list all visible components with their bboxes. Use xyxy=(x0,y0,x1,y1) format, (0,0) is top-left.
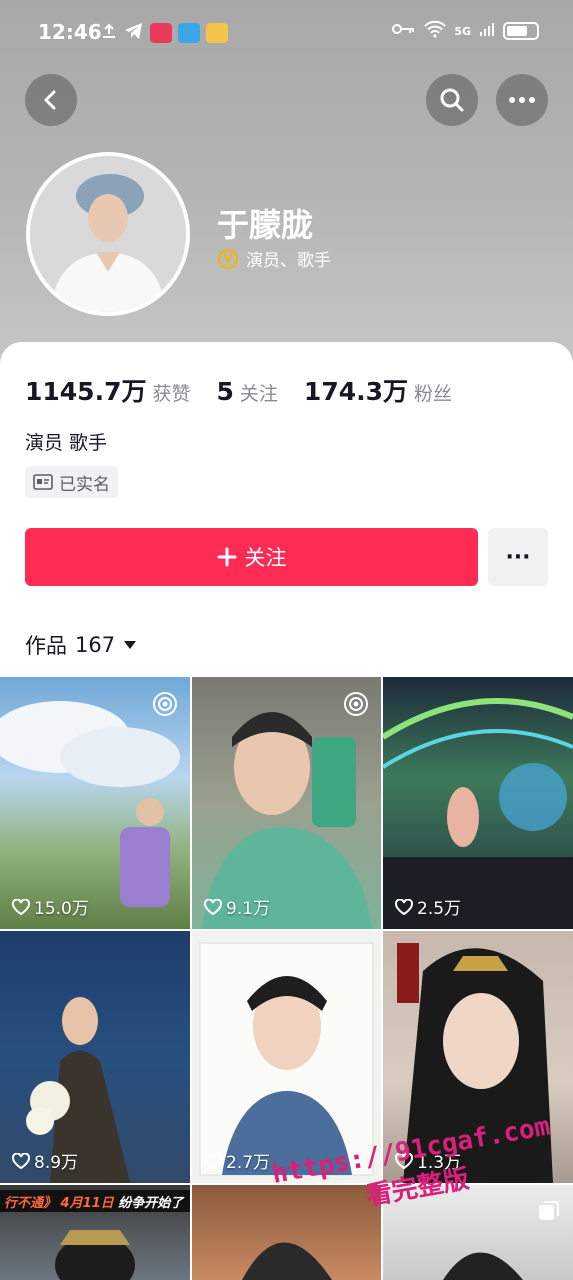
video-tile[interactable]: 9.1万 xyxy=(192,677,381,929)
video-tile[interactable]: 8.9万 xyxy=(0,931,190,1183)
video-banner: 行不通》 4月11日 纷争开始了 xyxy=(0,1190,190,1212)
back-button[interactable] xyxy=(25,74,77,126)
like-count-text: 8.9万 xyxy=(34,1153,79,1173)
heart-icon xyxy=(12,1152,30,1169)
stats-row: 1145.7万 获赞 5 关注 174.3万 粉丝 xyxy=(25,372,452,408)
like-count-text: 2.5万 xyxy=(417,899,462,919)
follow-label: 关注 xyxy=(244,546,287,570)
realname-label: 已实名 xyxy=(59,474,110,495)
telegram-icon xyxy=(124,22,144,44)
like-count: 9.1万 xyxy=(204,894,270,919)
more-dots-icon xyxy=(509,97,535,103)
profile-header: 12:46 5G 于朦胧 V 演员、歌手 xyxy=(0,0,573,380)
works-tab[interactable]: 作品 167 xyxy=(25,630,137,660)
profile-card: 1145.7万 获赞 5 关注 174.3万 粉丝 演员 歌手 已实名 关注 ·… xyxy=(0,342,573,682)
followers-count[interactable]: 174.3万 xyxy=(304,372,408,408)
plus-icon xyxy=(217,547,236,567)
notification-icons xyxy=(100,22,228,44)
signal-icon xyxy=(479,21,495,41)
more-menu-button[interactable] xyxy=(496,74,548,126)
banner-title: 行不通》 xyxy=(4,1196,57,1211)
like-count: 15.0万 xyxy=(12,894,89,919)
profile-name: 于朦胧 xyxy=(217,206,314,244)
like-count-text: 9.1万 xyxy=(226,899,271,919)
works-label: 作品 xyxy=(25,634,67,658)
follow-button[interactable]: 关注 xyxy=(25,528,478,586)
likes-count: 1145.7万 xyxy=(25,377,147,406)
works-count: 167 xyxy=(75,633,116,657)
weather-app-icon xyxy=(206,23,228,43)
heart-icon xyxy=(12,898,30,915)
video-app-icon xyxy=(150,23,172,43)
status-right: 5G xyxy=(392,20,539,42)
followers-label[interactable]: 粉丝 xyxy=(414,379,452,406)
video-tile[interactable]: 2.5万 xyxy=(383,677,573,929)
heart-icon xyxy=(395,898,413,915)
like-count: 2.5万 xyxy=(395,894,461,919)
book-app-icon xyxy=(178,23,200,43)
search-button[interactable] xyxy=(426,74,478,126)
more-options-button[interactable]: ··· xyxy=(488,528,548,586)
more-options-label: ··· xyxy=(505,544,531,570)
banner-date: 4月11日 xyxy=(60,1196,114,1211)
heart-icon xyxy=(204,898,222,915)
verification-row: V 演员、歌手 xyxy=(218,246,331,271)
video-tile[interactable]: 15.0万 xyxy=(0,677,190,929)
profile-page: 12:46 5G 于朦胧 V 演员、歌手 1145.7万 获赞 5 关注 174… xyxy=(0,0,573,1280)
caret-down-icon xyxy=(124,641,137,649)
heart-icon xyxy=(204,1152,222,1169)
upload-icon xyxy=(100,22,118,44)
following-count[interactable]: 5 xyxy=(217,377,234,406)
battery-icon xyxy=(503,22,539,40)
key-icon xyxy=(392,22,416,40)
realname-tag[interactable]: 已实名 xyxy=(25,466,118,498)
wifi-icon xyxy=(424,20,447,42)
verification-text: 演员、歌手 xyxy=(246,251,331,271)
chevron-left-icon xyxy=(44,90,56,110)
bio-text: 演员 歌手 xyxy=(25,432,108,454)
verified-badge-icon: V xyxy=(218,248,238,269)
like-count: 8.9万 xyxy=(12,1148,78,1173)
following-label[interactable]: 关注 xyxy=(240,379,278,406)
search-icon xyxy=(440,88,464,112)
like-count-text: 15.0万 xyxy=(34,899,89,919)
like-count: 2.7万 xyxy=(204,1148,270,1173)
network-label: 5G xyxy=(454,24,471,38)
id-card-icon xyxy=(33,474,53,490)
banner-tail: 纷争开始了 xyxy=(118,1196,184,1211)
avatar[interactable] xyxy=(26,152,190,316)
status-bar: 12:46 5G xyxy=(0,0,573,64)
status-time: 12:46 xyxy=(38,20,102,44)
likes-label: 获赞 xyxy=(152,383,191,405)
